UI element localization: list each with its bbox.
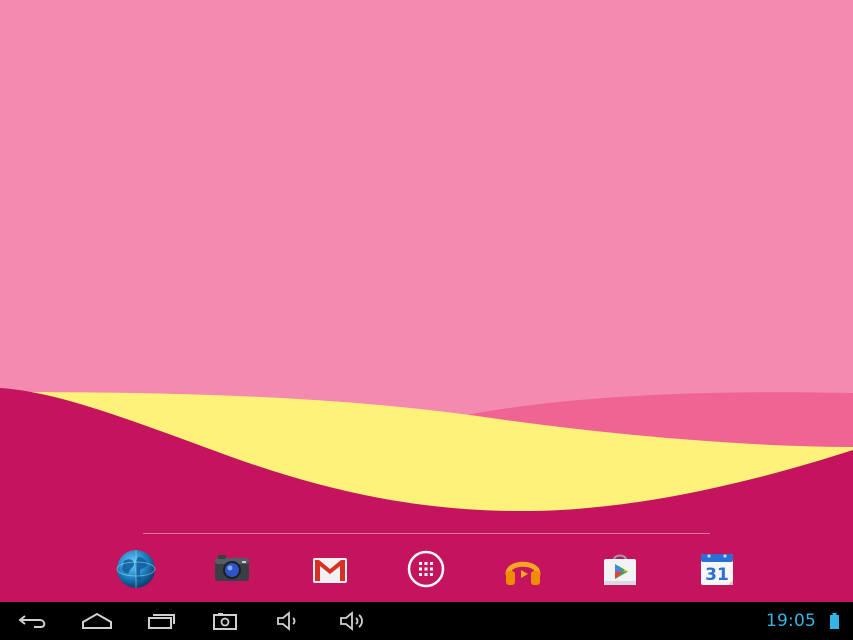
gmail-icon xyxy=(312,558,348,583)
home-button[interactable] xyxy=(75,602,119,640)
play-store-icon xyxy=(604,554,636,585)
clock: 19:05 xyxy=(766,611,816,631)
volume-down-icon xyxy=(277,611,296,631)
all-apps-button[interactable] xyxy=(400,543,452,595)
battery-icon xyxy=(830,613,839,629)
back-icon xyxy=(18,615,46,628)
globe-icon xyxy=(116,550,156,588)
browser-app-button[interactable] xyxy=(110,543,162,595)
camera-icon xyxy=(215,555,249,581)
play-music-app-button[interactable] xyxy=(497,543,549,595)
play-store-app-button[interactable] xyxy=(594,543,646,595)
volume-down-button[interactable] xyxy=(270,602,306,640)
screenshot-icon xyxy=(213,613,237,630)
dock-divider xyxy=(143,533,710,534)
recent-apps-button[interactable] xyxy=(140,602,182,640)
calendar-date-label: 31 xyxy=(705,565,729,585)
calendar-app-button[interactable]: 31 xyxy=(691,543,743,595)
recent-apps-icon xyxy=(148,614,175,629)
calendar-icon: 31 xyxy=(701,554,733,585)
gmail-app-button[interactable] xyxy=(304,543,356,595)
back-button[interactable] xyxy=(10,602,56,640)
camera-app-button[interactable] xyxy=(206,543,258,595)
app-drawer-icon xyxy=(407,550,445,588)
headphones-icon xyxy=(505,561,541,585)
volume-up-icon xyxy=(340,611,363,631)
home-icon xyxy=(82,612,112,629)
volume-up-button[interactable] xyxy=(334,602,370,640)
status-area[interactable]: 19:05 xyxy=(766,602,853,640)
wallpaper xyxy=(0,0,853,602)
navigation-bar: 19:05 xyxy=(0,602,853,640)
screenshot-button[interactable] xyxy=(205,602,245,640)
dock: 31 xyxy=(0,543,853,595)
